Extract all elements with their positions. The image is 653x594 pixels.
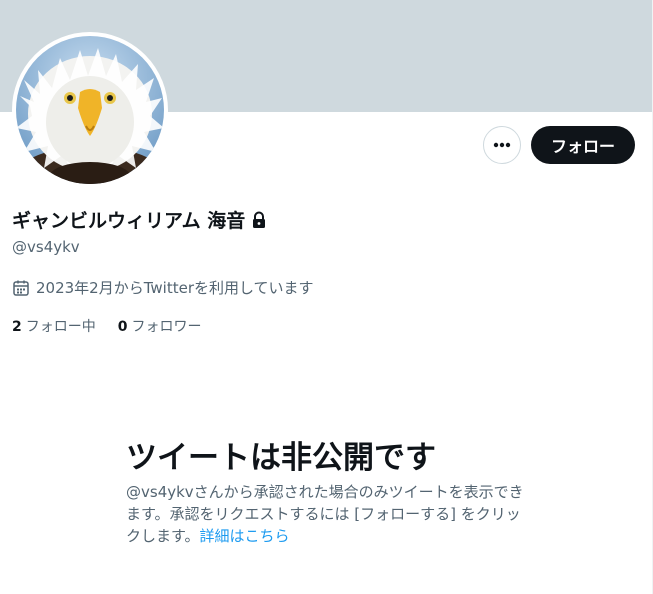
more-dots-icon — [493, 142, 511, 148]
learn-more-link[interactable]: 詳細はこちら — [200, 527, 290, 545]
following-label: フォロー中 — [25, 319, 96, 335]
joined-date: 2023年2月からTwitterを利用しています — [12, 277, 314, 298]
follow-stats: 2 フォロー中 0 フォロワー — [12, 316, 202, 336]
profile-handle: @vs4ykv — [12, 238, 80, 256]
calendar-icon — [13, 280, 29, 296]
joined-text: 2023年2月からTwitterを利用しています — [36, 279, 314, 297]
private-tweets-description: @vs4ykvさんから承認された場合のみツイートを表示できます。承認をリクエスト… — [126, 481, 526, 547]
profile-name: ギャンビルウィリアム 海音 — [12, 206, 267, 233]
lock-icon — [253, 211, 266, 228]
followers-count: 0 — [117, 319, 128, 335]
following-count: 2 — [12, 319, 22, 335]
private-tweets-title: ツイートは非公開です — [126, 440, 436, 476]
following-link[interactable]: 2 フォロー中 — [12, 316, 96, 336]
bald-eagle-avatar-icon — [16, 36, 164, 184]
display-name: ギャンビルウィリアム 海音 — [12, 210, 246, 232]
private-description-text: @vs4ykvさんから承認された場合のみツイートを表示できます。承認をリクエスト… — [126, 483, 524, 545]
profile-avatar[interactable] — [12, 32, 168, 188]
followers-link[interactable]: 0 フォロワー — [118, 316, 202, 336]
more-options-button[interactable] — [483, 126, 521, 164]
followers-label: フォロワー — [131, 319, 202, 335]
follow-button[interactable]: フォロー — [531, 126, 635, 164]
